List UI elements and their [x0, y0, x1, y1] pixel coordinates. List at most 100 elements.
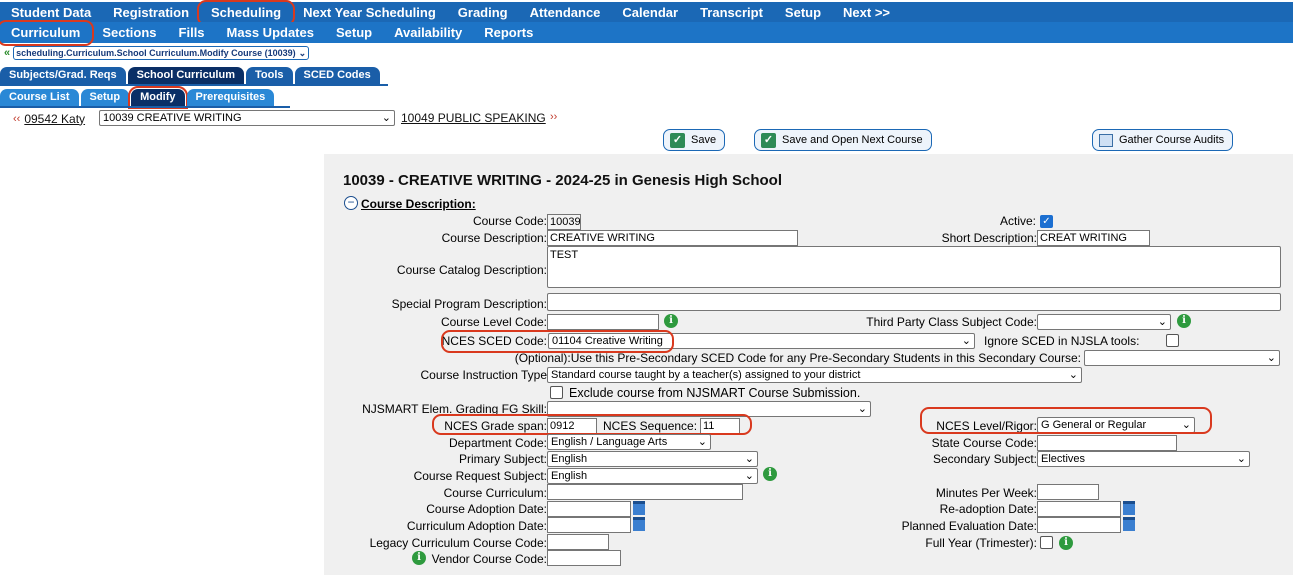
save-and-open-next-button[interactable]: ✓ Save and Open Next Course: [754, 129, 932, 151]
special-program-textarea[interactable]: [547, 293, 1281, 311]
instruction-type-select[interactable]: Standard course taught by a teacher(s) a…: [547, 367, 1082, 383]
minutes-field[interactable]: [1037, 484, 1099, 500]
highlight-ring: [920, 407, 1212, 434]
curr-adoption-field[interactable]: [547, 517, 631, 533]
tab-bar-main: Subjects/Grad. Reqs School Curriculum To…: [0, 67, 380, 84]
chevron-down-icon: ⌄: [744, 470, 754, 482]
next-arrow-icon: ››: [550, 111, 558, 123]
tab-tools[interactable]: Tools: [246, 67, 293, 84]
breadcrumb: « scheduling.Curriculum.School Curriculu…: [0, 44, 310, 61]
nav-scheduling[interactable]: Scheduling: [197, 0, 296, 26]
request-subject-select[interactable]: English ⌄: [547, 468, 758, 484]
highlight-ring: [441, 330, 674, 353]
secondary-subject-select[interactable]: Electives ⌄: [1037, 451, 1250, 467]
state-code-field[interactable]: [1037, 435, 1177, 451]
info-icon[interactable]: i: [1059, 536, 1073, 550]
legacy-label: Legacy Curriculum Course Code:: [369, 536, 547, 550]
back-arrow-icon[interactable]: «: [0, 47, 13, 59]
subnav-mass-updates[interactable]: Mass Updates: [216, 23, 325, 43]
info-icon[interactable]: i: [412, 551, 426, 565]
curriculum-label: Course Curriculum:: [443, 486, 547, 500]
vendor-code-label: Vendor Course Code:: [431, 552, 547, 566]
breadcrumb-select[interactable]: scheduling.Curriculum.School Curriculum.…: [13, 45, 310, 60]
tab-modify[interactable]: Modify: [128, 86, 188, 109]
primary-subject-select[interactable]: English ⌄: [547, 451, 758, 467]
check-icon: ✓: [670, 132, 685, 148]
state-code-label: State Course Code:: [931, 436, 1037, 450]
optional-label: (Optional):Use this Pre-Secondary SCED C…: [514, 351, 1081, 365]
exclude-checkbox[interactable]: [550, 386, 563, 399]
nav-setup[interactable]: Setup: [774, 3, 832, 23]
legacy-field[interactable]: [547, 534, 609, 550]
next-course-link[interactable]: 10049 PUBLIC SPEAKING: [401, 111, 546, 125]
course-select[interactable]: 10039 CREATIVE WRITING ⌄: [99, 110, 395, 126]
calendar-icon[interactable]: [633, 501, 645, 515]
course-code-field: 10039: [547, 214, 581, 230]
third-party-label: Third Party Class Subject Code:: [866, 315, 1037, 329]
subnav-setup[interactable]: Setup: [325, 23, 383, 43]
info-icon[interactable]: i: [763, 467, 777, 481]
subnav-sections[interactable]: Sections: [91, 23, 167, 43]
info-icon[interactable]: i: [664, 314, 678, 328]
chevron-down-icon: ⌄: [1266, 352, 1276, 364]
prev-course-link[interactable]: 09542 Katy: [24, 112, 85, 126]
readoption-field[interactable]: [1037, 501, 1121, 517]
nav-next[interactable]: Next >>: [832, 3, 901, 23]
collapse-icon[interactable]: −: [344, 196, 358, 210]
tab-subjects-grad-reqs[interactable]: Subjects/Grad. Reqs: [0, 67, 126, 84]
dept-code-select[interactable]: English / Language Arts ⌄: [547, 434, 711, 450]
calendar-icon[interactable]: [1123, 517, 1135, 531]
nav-attendance[interactable]: Attendance: [519, 3, 612, 23]
subnav-availability[interactable]: Availability: [383, 23, 473, 43]
third-party-select[interactable]: ⌄: [1037, 314, 1171, 330]
nav-transcript[interactable]: Transcript: [689, 3, 774, 23]
chevron-down-icon: ⌄: [857, 403, 867, 415]
short-desc-field[interactable]: CREAT WRITING: [1037, 230, 1150, 246]
ignore-sced-checkbox[interactable]: [1166, 334, 1179, 347]
nav-next-year-scheduling[interactable]: Next Year Scheduling: [292, 3, 447, 23]
adoption-date-field[interactable]: [547, 501, 631, 517]
instruction-type-label: Course Instruction Type: [420, 368, 547, 382]
page-title: 10039 - CREATIVE WRITING - 2024-25 in Ge…: [343, 172, 782, 189]
prev-arrow-icon: ‹‹: [13, 112, 21, 125]
tab-bar-sub: Course List Setup Modify Prerequisites: [0, 86, 275, 109]
vendor-code-field[interactable]: [547, 550, 621, 566]
planned-eval-label: Planned Evaluation Date:: [901, 519, 1037, 533]
save-button[interactable]: ✓ Save: [663, 129, 726, 151]
calendar-icon[interactable]: [1123, 501, 1135, 515]
tab-sced-codes[interactable]: SCED Codes: [294, 67, 380, 84]
section-heading: Course Description:: [361, 197, 476, 211]
curriculum-field[interactable]: [547, 484, 743, 500]
minutes-label: Minutes Per Week:: [935, 486, 1037, 500]
subnav-curriculum[interactable]: Curriculum: [0, 19, 95, 46]
full-year-checkbox[interactable]: [1040, 536, 1053, 549]
spreadsheet-icon: [1099, 133, 1113, 147]
tab-setup[interactable]: Setup: [80, 89, 130, 106]
nav-student-data[interactable]: Student Data: [0, 3, 102, 23]
active-checkbox[interactable]: ✓: [1040, 215, 1053, 228]
ignore-sced-label: Ignore SCED in NJSLA tools:: [984, 334, 1140, 348]
tab-school-curriculum[interactable]: School Curriculum: [127, 67, 244, 84]
check-icon: ✓: [761, 132, 776, 148]
nav-grading[interactable]: Grading: [447, 3, 519, 23]
tab-course-list[interactable]: Course List: [0, 89, 79, 106]
course-level-field[interactable]: [547, 314, 659, 330]
tab-underline: [0, 106, 290, 108]
tab-prerequisites[interactable]: Prerequisites: [186, 89, 275, 106]
catalog-desc-textarea[interactable]: TEST: [547, 246, 1281, 288]
info-icon[interactable]: i: [1177, 314, 1191, 328]
gather-course-audits-button[interactable]: Gather Course Audits: [1092, 129, 1234, 151]
chevron-down-icon: ⌄: [298, 47, 307, 58]
chevron-down-icon: ⌄: [961, 335, 971, 347]
subnav-fills[interactable]: Fills: [168, 23, 216, 43]
subnav-reports[interactable]: Reports: [473, 23, 544, 43]
pre-secondary-select[interactable]: ⌄: [1084, 350, 1280, 366]
planned-eval-field[interactable]: [1037, 517, 1121, 533]
full-year-label: Full Year (Trimester):: [925, 536, 1037, 550]
nav-calendar[interactable]: Calendar: [611, 3, 689, 23]
catalog-desc-label: Course Catalog Description:: [396, 263, 547, 277]
nav-registration[interactable]: Registration: [102, 3, 200, 23]
top-nav: Student Data Registration Scheduling Nex…: [0, 0, 1293, 26]
calendar-icon[interactable]: [633, 517, 645, 531]
course-desc-field[interactable]: CREATIVE WRITING: [547, 230, 798, 246]
